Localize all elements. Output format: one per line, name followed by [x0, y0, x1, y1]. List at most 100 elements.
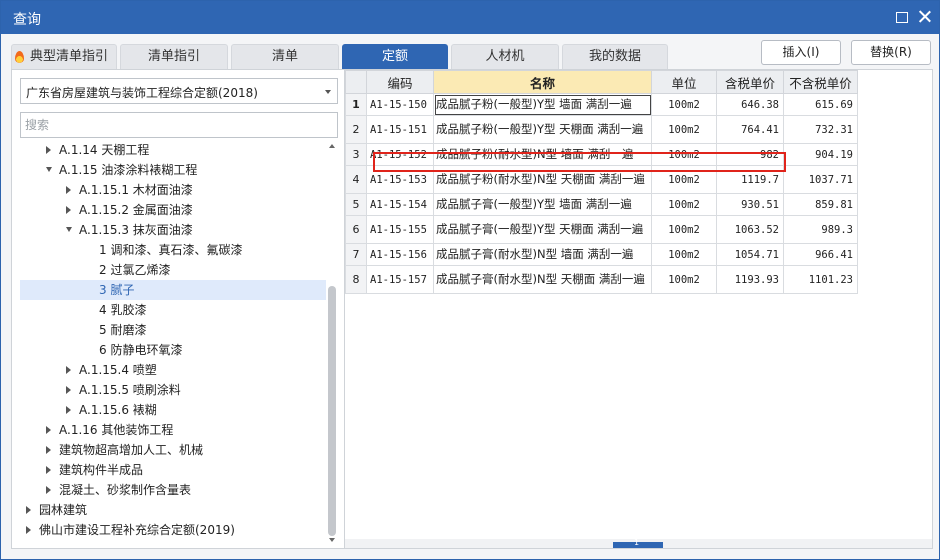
caret-right-icon[interactable]: [26, 506, 31, 514]
tax-price-cell[interactable]: 764.41: [716, 115, 784, 144]
table-row[interactable]: 6 A1-15-155 成品腻子膏(一般型)Y型 天棚面 满刮一遍 100m2 1063…: [345, 215, 858, 244]
header-unit[interactable]: 单位: [651, 70, 717, 94]
table-row[interactable]: 1 A1-15-150 成品腻子粉(一般型)Y型 墙面 满刮一遍 100m2 646.3…: [345, 93, 858, 116]
tax-price-cell[interactable]: 982: [716, 143, 784, 166]
table-row[interactable]: 5 A1-15-154 成品腻子膏(一般型)Y型 墙面 满刮一遍 100m2 930.5…: [345, 193, 858, 216]
header-name[interactable]: 名称: [433, 70, 652, 94]
caret-down-icon[interactable]: [46, 167, 52, 172]
scroll-up-icon[interactable]: [329, 144, 335, 148]
table-row[interactable]: 3 A1-15-152 成品腻子粉(耐水型)N型 墙面 满刮一遍 100m2 982 90…: [345, 143, 858, 166]
tree-item[interactable]: 6 防静电环氧漆: [20, 340, 326, 360]
table-row[interactable]: 4 A1-15-153 成品腻子粉(耐水型)N型 天棚面 满刮一遍 100m2 1119…: [345, 165, 858, 194]
search-input[interactable]: [20, 112, 338, 138]
row-number[interactable]: 8: [345, 265, 367, 294]
caret-right-icon[interactable]: [66, 406, 71, 414]
unit-cell[interactable]: 100m2: [651, 143, 717, 166]
tree-item[interactable]: A.1.15 油漆涂料裱糊工程: [20, 160, 326, 180]
unit-cell[interactable]: 100m2: [651, 165, 717, 194]
tab-quota[interactable]: 定额: [342, 44, 448, 69]
row-number[interactable]: 2: [345, 115, 367, 144]
code-cell[interactable]: A1-15-154: [366, 193, 434, 216]
table-row[interactable]: 8 A1-15-157 成品腻子膏(耐水型)N型 天棚面 满刮一遍 100m2 1193…: [345, 265, 858, 294]
tree-item[interactable]: A.1.15.5 喷刷涂料: [20, 380, 326, 400]
quota-library-select[interactable]: 广东省房屋建筑与装饰工程综合定额(2018): [20, 78, 338, 104]
tree-item[interactable]: 2 过氯乙烯漆: [20, 260, 326, 280]
tax-price-cell[interactable]: 646.38: [716, 93, 784, 116]
row-number[interactable]: 4: [345, 165, 367, 194]
tree-item[interactable]: A.1.16 其他装饰工程: [20, 420, 326, 440]
replace-button[interactable]: 替换(R): [851, 40, 931, 65]
caret-right-icon[interactable]: [66, 366, 71, 374]
header-code[interactable]: 编码: [366, 70, 434, 94]
code-cell[interactable]: A1-15-152: [366, 143, 434, 166]
name-cell[interactable]: 成品腻子粉(耐水型)N型 墙面 满刮一遍: [433, 143, 652, 166]
notax-price-cell[interactable]: 904.19: [783, 143, 858, 166]
tree-item[interactable]: 混凝土、砂浆制作含量表: [20, 480, 326, 500]
unit-cell[interactable]: 100m2: [651, 265, 717, 294]
tax-price-cell[interactable]: 1063.52: [716, 215, 784, 244]
name-cell[interactable]: 成品腻子粉(一般型)Y型 天棚面 满刮一遍: [433, 115, 652, 144]
tab-list[interactable]: 清单: [231, 44, 339, 69]
notax-price-cell[interactable]: 732.31: [783, 115, 858, 144]
caret-right-icon[interactable]: [66, 186, 71, 194]
tree-item[interactable]: A.1.15.1 木材面油漆: [20, 180, 326, 200]
tax-price-cell[interactable]: 1193.93: [716, 265, 784, 294]
code-cell[interactable]: A1-15-150: [366, 93, 434, 116]
tree-item[interactable]: 佛山市建设工程补充综合定额(2019): [20, 520, 326, 540]
caret-down-icon[interactable]: [66, 227, 72, 232]
notax-price-cell[interactable]: 1101.23: [783, 265, 858, 294]
table-row[interactable]: 2 A1-15-151 成品腻子粉(一般型)Y型 天棚面 满刮一遍 100m2 764.…: [345, 115, 858, 144]
grid-horizontal-scrollbar[interactable]: 1: [345, 538, 932, 548]
caret-right-icon[interactable]: [46, 486, 51, 494]
unit-cell[interactable]: 100m2: [651, 115, 717, 144]
tax-price-cell[interactable]: 930.51: [716, 193, 784, 216]
tree-item[interactable]: 建筑物超高增加人工、机械: [20, 440, 326, 460]
notax-price-cell[interactable]: 859.81: [783, 193, 858, 216]
notax-price-cell[interactable]: 966.41: [783, 243, 858, 266]
tree-item[interactable]: 建筑构件半成品: [20, 460, 326, 480]
notax-price-cell[interactable]: 989.3: [783, 215, 858, 244]
tree-scrollbar[interactable]: [326, 140, 338, 546]
code-cell[interactable]: A1-15-153: [366, 165, 434, 194]
tab-typical-list-guide[interactable]: 典型清单指引: [11, 44, 117, 69]
tree-item[interactable]: 5 耐磨漆: [20, 320, 326, 340]
insert-button[interactable]: 插入(I): [761, 40, 841, 65]
notax-price-cell[interactable]: 1037.71: [783, 165, 858, 194]
row-number[interactable]: 7: [345, 243, 367, 266]
tab-list-guide[interactable]: 清单指引: [120, 44, 228, 69]
caret-right-icon[interactable]: [46, 146, 51, 154]
tax-price-cell[interactable]: 1119.7: [716, 165, 784, 194]
code-cell[interactable]: A1-15-156: [366, 243, 434, 266]
caret-right-icon[interactable]: [46, 466, 51, 474]
code-cell[interactable]: A1-15-155: [366, 215, 434, 244]
caret-right-icon[interactable]: [66, 206, 71, 214]
caret-right-icon[interactable]: [66, 386, 71, 394]
close-icon[interactable]: [915, 7, 935, 27]
code-cell[interactable]: A1-15-157: [366, 265, 434, 294]
caret-right-icon[interactable]: [46, 426, 51, 434]
row-number[interactable]: 1: [345, 93, 367, 116]
caret-right-icon[interactable]: [46, 446, 51, 454]
unit-cell[interactable]: 100m2: [651, 215, 717, 244]
name-cell[interactable]: 成品腻子粉(耐水型)N型 天棚面 满刮一遍: [433, 165, 652, 194]
tree-item[interactable]: A.1.15.3 抹灰面油漆: [20, 220, 326, 240]
table-row[interactable]: 7 A1-15-156 成品腻子膏(耐水型)N型 墙面 满刮一遍 100m2 1054.…: [345, 243, 858, 266]
tree-item[interactable]: A.1.15.4 喷塑: [20, 360, 326, 380]
maximize-icon[interactable]: [891, 7, 911, 27]
tree-item[interactable]: 1 调和漆、真石漆、氟碳漆: [20, 240, 326, 260]
row-number[interactable]: 5: [345, 193, 367, 216]
notax-price-cell[interactable]: 615.69: [783, 93, 858, 116]
header-tax-price[interactable]: 含税单价: [716, 70, 784, 94]
tree-item[interactable]: 4 乳胶漆: [20, 300, 326, 320]
tab-my-data[interactable]: 我的数据: [562, 44, 668, 69]
name-cell[interactable]: 成品腻子膏(耐水型)N型 天棚面 满刮一遍: [433, 265, 652, 294]
tree-item[interactable]: A.1.15.6 裱糊: [20, 400, 326, 420]
name-cell[interactable]: 成品腻子膏(一般型)Y型 天棚面 满刮一遍: [433, 215, 652, 244]
unit-cell[interactable]: 100m2: [651, 243, 717, 266]
tree-item[interactable]: A.1.14 天棚工程: [20, 140, 326, 160]
unit-cell[interactable]: 100m2: [651, 93, 717, 116]
tree-item[interactable]: 3 腻子: [20, 280, 326, 300]
tree-item[interactable]: A.1.15.2 金属面油漆: [20, 200, 326, 220]
code-cell[interactable]: A1-15-151: [366, 115, 434, 144]
unit-cell[interactable]: 100m2: [651, 193, 717, 216]
